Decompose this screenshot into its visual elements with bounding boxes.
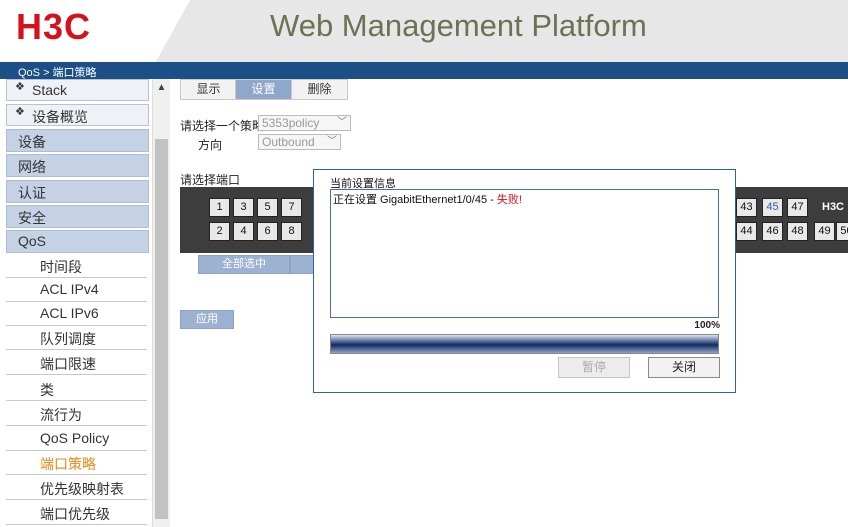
sidebar-item-time-range[interactable]: 时间段 (6, 254, 147, 278)
sidebar-category-device[interactable]: 设备 (6, 129, 149, 152)
sidebar-item-label: 队列调度 (40, 331, 96, 347)
sidebar-item-port-priority[interactable]: 端口优先级 (6, 501, 147, 525)
sidebar-category-label: 网络 (18, 159, 46, 175)
sidebar-item-label: 优先级映射表 (40, 481, 124, 497)
select-all-button[interactable]: 全部选中 (198, 255, 290, 274)
sidebar-item-label: 时间段 (40, 259, 82, 275)
logo-area: H3C (0, 0, 190, 62)
port-43[interactable]: 43 (736, 198, 757, 217)
app-title: Web Management Platform (270, 8, 647, 43)
breadcrumb: QoS > 端口策略 (18, 67, 97, 79)
sidebar-category-label: 设备 (18, 134, 46, 150)
port-46[interactable]: 46 (762, 222, 783, 241)
sidebar-item-priority-map[interactable]: 优先级映射表 (6, 476, 147, 500)
progress-percent: 100% (694, 320, 720, 331)
sidebar-item-port-policy[interactable]: 端口策略 (6, 451, 147, 475)
sidebar-item-label: Stack (32, 82, 68, 98)
sidebar-item-label: QoS Policy (40, 430, 110, 446)
breadcrumb-bar: QoS > 端口策略 (0, 62, 848, 79)
sidebar-item-label: 流行为 (40, 407, 82, 423)
port-8[interactable]: 8 (281, 222, 302, 241)
diamond-icon: ❖ (15, 106, 25, 118)
sidebar-item-behavior[interactable]: 流行为 (6, 402, 147, 426)
sidebar-item-acl-ipv4[interactable]: ACL IPv4 (6, 278, 147, 302)
pause-button[interactable]: 暂停 (558, 357, 630, 378)
sidebar-category-security[interactable]: 安全 (6, 205, 149, 228)
port-48[interactable]: 48 (787, 222, 808, 241)
sidebar-scrollbar[interactable]: ▲ (152, 79, 170, 527)
port-49[interactable]: 49 (814, 222, 835, 241)
port-45[interactable]: 45 (762, 198, 783, 217)
sidebar-item-label: ACL IPv4 (40, 281, 99, 297)
policy-select-value: 5353policy (262, 116, 320, 130)
progress-bar-fill (331, 335, 718, 353)
sidebar-item-qos-policy[interactable]: QoS Policy (6, 427, 147, 451)
sidebar-item-device-overview[interactable]: ❖ 设备概览 (6, 104, 149, 126)
port-6[interactable]: 6 (257, 222, 278, 241)
tab-setup[interactable]: 设置 (235, 79, 292, 100)
dialog-log-box[interactable]: 正在设置 GigabitEthernet1/0/45 - 失败! (330, 189, 719, 318)
sidebar-item-label: 端口优先级 (40, 506, 110, 522)
port-5[interactable]: 5 (257, 198, 278, 217)
sidebar-item-stack[interactable]: ❖ Stack (6, 79, 149, 101)
sidebar-category-network[interactable]: 网络 (6, 154, 149, 177)
port-2[interactable]: 2 (209, 222, 230, 241)
tab-delete[interactable]: 删除 (291, 79, 348, 100)
sidebar-item-label: 设备概览 (32, 109, 88, 125)
diamond-icon: ❖ (15, 81, 25, 93)
port-7[interactable]: 7 (281, 198, 302, 217)
panel-brand: H3C (822, 201, 845, 213)
tab-display[interactable]: 显示 (180, 79, 237, 100)
policy-label: 请选择一个策略 (180, 119, 265, 133)
port-1[interactable]: 1 (209, 198, 230, 217)
port-47[interactable]: 47 (787, 198, 808, 217)
port-3[interactable]: 3 (233, 198, 254, 217)
sidebar-item-label: 端口限速 (40, 356, 96, 372)
close-button[interactable]: 关闭 (648, 357, 720, 378)
sidebar-item-label: ACL IPv6 (40, 305, 99, 321)
direction-select-value: Outbound (262, 135, 315, 149)
sidebar-item-port-rate-limit[interactable]: 端口限速 (6, 351, 147, 375)
log-status: 失败! (496, 194, 522, 206)
sidebar-category-label: QoS (18, 233, 47, 249)
log-line: 正在设置 GigabitEthernet1/0/45 - 失败! (333, 191, 522, 207)
port-4[interactable]: 4 (233, 222, 254, 241)
sidebar: ❖ Stack ❖ 设备概览 设备 网络 认证 安全 QoS 时间段 ACL I… (0, 79, 152, 527)
sidebar-category-label: 安全 (18, 210, 46, 226)
progress-bar (330, 334, 719, 354)
sidebar-item-label: 端口策略 (40, 456, 96, 472)
chevron-down-icon: ﹀ (327, 136, 337, 147)
sidebar-item-acl-ipv6[interactable]: ACL IPv6 (6, 302, 147, 326)
sidebar-category-label: 认证 (18, 185, 46, 201)
h3c-logo: H3C (16, 6, 92, 47)
direction-label: 方向 (198, 138, 223, 152)
policy-select[interactable]: 5353policy ﹀ (258, 115, 351, 131)
sidebar-item-class[interactable]: 类 (6, 377, 147, 401)
sidebar-item-queue-scheduling[interactable]: 队列调度 (6, 326, 147, 350)
scroll-up-arrow-icon[interactable]: ▲ (153, 79, 170, 96)
chevron-down-icon: ﹀ (337, 117, 347, 128)
port-44[interactable]: 44 (736, 222, 757, 241)
header: H3C Web Management Platform (0, 0, 848, 62)
direction-select[interactable]: Outbound ﹀ (258, 134, 341, 150)
port-50[interactable]: 50 (836, 222, 848, 241)
ports-label: 请选择端口 (180, 173, 241, 187)
settings-progress-dialog: 当前设置信息 正在设置 GigabitEthernet1/0/45 - 失败! … (313, 169, 736, 393)
scrollbar-thumb[interactable] (155, 139, 168, 519)
log-message: 正在设置 GigabitEthernet1/0/45 - (333, 194, 497, 206)
sidebar-category-qos[interactable]: QoS (6, 230, 149, 253)
sidebar-item-label: 类 (40, 382, 54, 398)
apply-button[interactable]: 应用 (180, 310, 234, 329)
sidebar-category-authentication[interactable]: 认证 (6, 180, 149, 203)
